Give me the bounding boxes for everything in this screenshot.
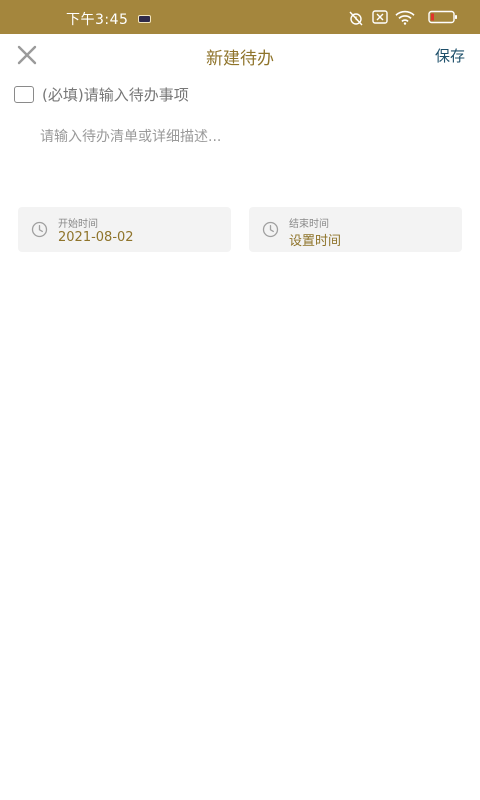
end-time-value: 设置时间 [289,234,342,249]
page-title: 新建待办 [206,49,274,69]
clock-icon [31,221,48,238]
alarm-off-icon [349,11,363,26]
app-notification-icon [138,15,151,23]
status-time: 下午3:45 [66,12,129,28]
todo-done-checkbox[interactable] [14,86,34,103]
save-button[interactable]: 保存 [435,45,465,66]
no-sim-icon [372,10,388,24]
app-header: 新建待办 保存 [0,34,480,78]
wifi-icon [395,10,415,25]
todo-description-input[interactable] [40,126,460,186]
clock-icon [262,221,279,238]
new-todo-screen: 下午3:45 新建待办 保存 (必填)请输入待办事项 请输入待办清单或详细描述.… [0,0,480,800]
battery-icon [428,10,457,24]
end-time-card[interactable]: 结束时间 设置时间 [249,207,462,252]
todo-title-input[interactable] [42,84,462,106]
status-bar: 下午3:45 [0,0,480,34]
end-time-label: 结束时间 [289,219,329,230]
start-time-value: 2021-08-02 [58,230,134,245]
start-time-label: 开始时间 [58,219,98,230]
todo-title-row [14,84,466,106]
start-time-card[interactable]: 开始时间 2021-08-02 [18,207,231,252]
